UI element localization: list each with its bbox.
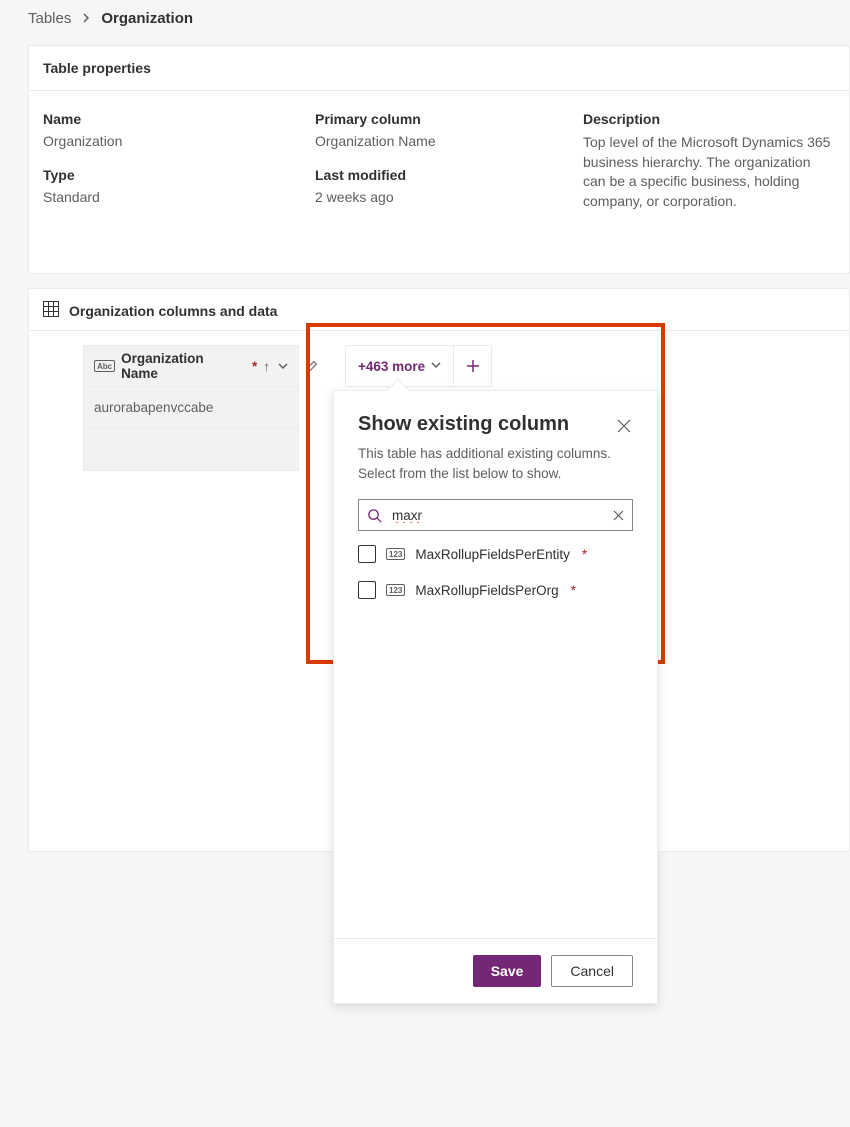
cancel-button[interactable]: Cancel (551, 955, 633, 987)
table-icon (43, 301, 59, 320)
column-header-label: Organization Name (121, 351, 244, 381)
columns-data-title: Organization columns and data (69, 303, 277, 319)
prop-label-name: Name (43, 111, 315, 127)
chevron-down-icon[interactable] (278, 359, 288, 374)
prop-value-name: Organization (43, 133, 315, 149)
cell-organization-name[interactable]: aurorabapenvccabe (83, 387, 299, 429)
table-properties-card: Table properties Name Organization Type … (28, 45, 850, 274)
checkbox[interactable] (358, 545, 376, 563)
edit-column-icon[interactable] (305, 345, 319, 387)
required-mark: * (252, 359, 257, 374)
more-columns-group: +463 more (345, 345, 492, 387)
search-input[interactable] (390, 507, 605, 524)
number-type-icon: 123 (386, 584, 405, 596)
prop-value-description: Top level of the Microsoft Dynamics 365 … (583, 133, 835, 211)
prop-value-last-modified: 2 weeks ago (315, 189, 583, 205)
column-option-maxrollupfieldsperentity[interactable]: 123 MaxRollupFieldsPerEntity * (358, 545, 633, 563)
search-icon (367, 508, 382, 523)
chevron-right-icon (81, 10, 91, 27)
add-column-button[interactable] (453, 346, 491, 386)
breadcrumb: Tables Organization (28, 10, 850, 27)
number-type-icon: 123 (386, 548, 405, 560)
popover-subtitle: This table has additional existing colum… (334, 438, 657, 483)
prop-value-primary-column: Organization Name (315, 133, 583, 149)
search-input-wrapper (358, 499, 633, 531)
popover-title: Show existing column (358, 413, 569, 436)
required-mark: * (582, 547, 587, 562)
column-header-organization-name[interactable]: Abc Organization Name * ↑ (83, 345, 299, 387)
close-icon[interactable] (615, 417, 633, 438)
table-properties-header: Table properties (29, 46, 849, 91)
breadcrumb-current: Organization (101, 10, 193, 27)
prop-label-type: Type (43, 167, 315, 183)
breadcrumb-parent[interactable]: Tables (28, 10, 71, 27)
more-columns-label: +463 more (358, 359, 425, 374)
option-label: MaxRollupFieldsPerEntity (415, 547, 570, 562)
clear-search-icon[interactable] (613, 510, 624, 521)
prop-label-description: Description (583, 111, 835, 127)
prop-label-last-modified: Last modified (315, 167, 583, 183)
required-mark: * (571, 583, 576, 598)
text-type-icon: Abc (94, 360, 115, 372)
chevron-down-icon (431, 359, 441, 373)
prop-label-primary-column: Primary column (315, 111, 583, 127)
show-existing-column-popover: Show existing column This table has addi… (333, 390, 658, 1004)
cell-empty (83, 429, 299, 471)
save-button[interactable]: Save (473, 955, 542, 987)
checkbox[interactable] (358, 581, 376, 599)
prop-value-type: Standard (43, 189, 315, 205)
option-label: MaxRollupFieldsPerOrg (415, 583, 558, 598)
sort-asc-icon: ↑ (263, 359, 270, 374)
column-option-maxrollupfieldsperorg[interactable]: 123 MaxRollupFieldsPerOrg * (358, 581, 633, 599)
